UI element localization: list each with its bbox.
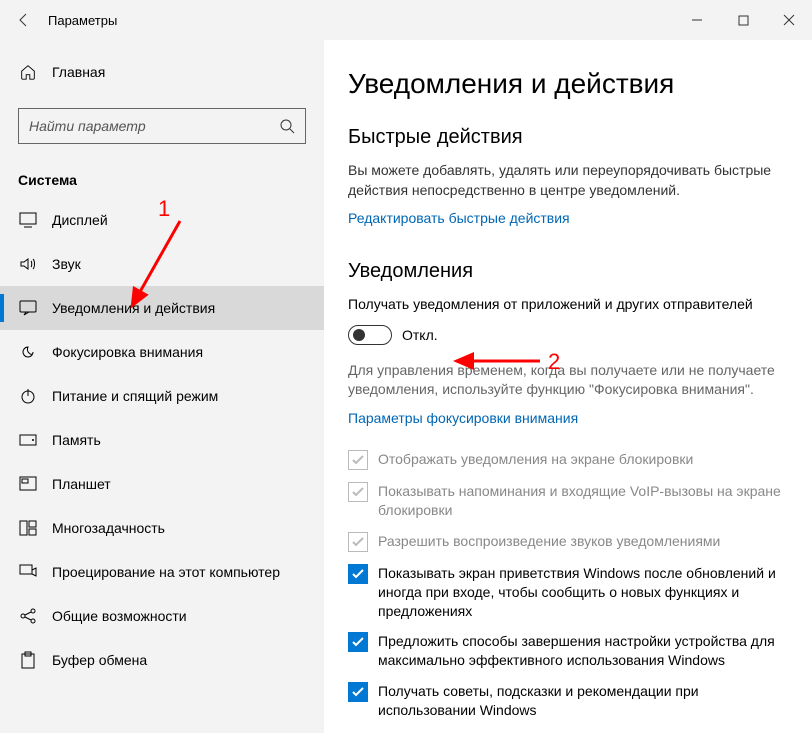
sound-icon (18, 254, 38, 274)
sidebar-item-label: Общие возможности (52, 608, 187, 624)
multitask-icon (18, 518, 38, 538)
check-lockscreen-voip[interactable]: Показывать напоминания и входящие VoIP-в… (348, 482, 788, 520)
content-pane: Уведомления и действия Быстрые действия … (324, 40, 812, 733)
checkbox-icon (348, 532, 368, 552)
sidebar-item-notifications[interactable]: Уведомления и действия (0, 286, 324, 330)
window-title: Параметры (48, 13, 117, 28)
check-label: Показывать напоминания и входящие VoIP-в… (378, 482, 788, 520)
display-icon (18, 210, 38, 230)
sidebar-item-storage[interactable]: Память (0, 418, 324, 462)
titlebar: Параметры (0, 0, 812, 40)
sidebar: Главная Система Дисплей Звук Уведомления… (0, 40, 324, 733)
sidebar-item-label: Проецирование на этот компьютер (52, 564, 280, 580)
edit-quick-actions-link[interactable]: Редактировать быстрые действия (348, 210, 788, 226)
shared-icon (18, 606, 38, 626)
sidebar-item-label: Планшет (52, 476, 111, 492)
sidebar-item-projecting[interactable]: Проецирование на этот компьютер (0, 550, 324, 594)
sidebar-item-label: Уведомления и действия (52, 300, 215, 316)
close-button[interactable] (766, 0, 812, 40)
checkbox-icon (348, 482, 368, 502)
notification-icon (18, 298, 38, 318)
sidebar-item-label: Фокусировка внимания (52, 344, 203, 360)
check-label: Отображать уведомления на экране блокиро… (378, 450, 693, 469)
notification-checks: Отображать уведомления на экране блокиро… (348, 450, 788, 720)
sidebar-item-label: Буфер обмена (52, 652, 147, 668)
notifications-title: Уведомления (348, 260, 788, 283)
sidebar-item-label: Питание и спящий режим (52, 388, 218, 404)
sidebar-item-clipboard[interactable]: Буфер обмена (0, 638, 324, 682)
sidebar-item-multitask[interactable]: Многозадачность (0, 506, 324, 550)
check-label: Предложить способы завершения настройки … (378, 632, 788, 670)
sidebar-item-tablet[interactable]: Планшет (0, 462, 324, 506)
check-label: Разрешить воспроизведение звуков уведомл… (378, 532, 720, 551)
check-play-sounds[interactable]: Разрешить воспроизведение звуков уведомл… (348, 532, 788, 552)
sidebar-item-power[interactable]: Питание и спящий режим (0, 374, 324, 418)
sidebar-item-focus[interactable]: Фокусировка внимания (0, 330, 324, 374)
search-box[interactable] (18, 108, 306, 144)
sidebar-home-label: Главная (52, 64, 105, 80)
sidebar-item-label: Память (52, 432, 101, 448)
check-setup-suggestions[interactable]: Предложить способы завершения настройки … (348, 632, 788, 670)
check-lockscreen-notifications[interactable]: Отображать уведомления на экране блокиро… (348, 450, 788, 470)
toggle-state-label: Откл. (402, 327, 438, 343)
power-icon (18, 386, 38, 406)
checkbox-icon (348, 450, 368, 470)
page-title: Уведомления и действия (348, 68, 788, 100)
back-button[interactable] (0, 12, 48, 28)
minimize-button[interactable] (674, 0, 720, 40)
sidebar-item-shared[interactable]: Общие возможности (0, 594, 324, 638)
clipboard-icon (18, 650, 38, 670)
check-welcome-experience[interactable]: Показывать экран приветствия Windows пос… (348, 564, 788, 621)
sidebar-item-label: Дисплей (52, 212, 108, 228)
focus-assist-link[interactable]: Параметры фокусировки внимания (348, 410, 788, 426)
check-label: Получать советы, подсказки и рекомендаци… (378, 682, 788, 720)
checkbox-icon (348, 632, 368, 652)
sidebar-home[interactable]: Главная (0, 50, 324, 94)
check-tips[interactable]: Получать советы, подсказки и рекомендаци… (348, 682, 788, 720)
sidebar-item-label: Многозадачность (52, 520, 165, 536)
notifications-toggle-label: Получать уведомления от приложений и дру… (348, 295, 788, 315)
sidebar-item-label: Звук (52, 256, 81, 272)
quick-actions-title: Быстрые действия (348, 126, 788, 149)
sidebar-group-label: Система (0, 158, 324, 198)
tablet-icon (18, 474, 38, 494)
search-input[interactable] (29, 118, 279, 134)
check-label: Показывать экран приветствия Windows пос… (378, 564, 788, 621)
home-icon (18, 62, 38, 82)
checkbox-icon (348, 682, 368, 702)
search-icon (279, 118, 295, 134)
sidebar-item-sound[interactable]: Звук (0, 242, 324, 286)
quick-actions-desc: Вы можете добавлять, удалять или переупо… (348, 161, 788, 200)
toggle-switch[interactable] (348, 325, 392, 345)
focus-icon (18, 342, 38, 362)
notifications-toggle[interactable]: Откл. (348, 325, 788, 345)
focus-note: Для управления временем, когда вы получа… (348, 361, 788, 400)
storage-icon (18, 430, 38, 450)
maximize-button[interactable] (720, 0, 766, 40)
checkbox-icon (348, 564, 368, 584)
sidebar-item-display[interactable]: Дисплей (0, 198, 324, 242)
projecting-icon (18, 562, 38, 582)
